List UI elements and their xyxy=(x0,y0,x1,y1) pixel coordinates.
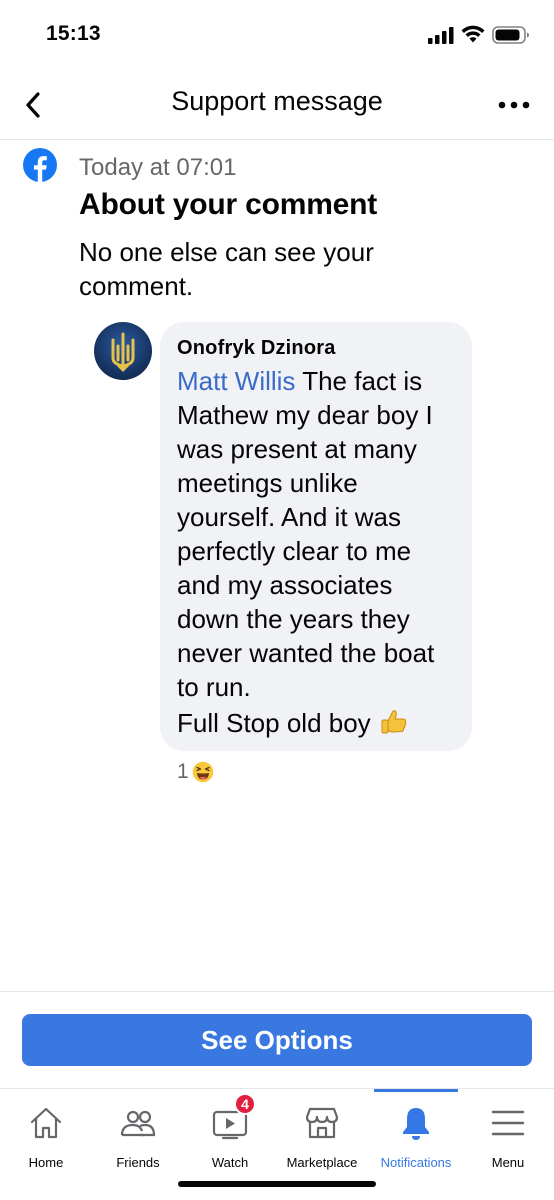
bell-icon xyxy=(396,1103,436,1143)
tab-menu[interactable]: Menu xyxy=(462,1089,554,1170)
tab-label: Friends xyxy=(116,1155,160,1170)
tab-label: Notifications xyxy=(380,1155,452,1170)
tab-label: Watch xyxy=(211,1155,249,1170)
avatar[interactable] xyxy=(94,322,152,380)
reaction-summary[interactable]: 1 xyxy=(177,760,215,784)
marketplace-icon xyxy=(302,1103,342,1143)
tab-label: Marketplace xyxy=(286,1155,358,1170)
header: Support message xyxy=(0,68,554,140)
more-dots-icon xyxy=(498,101,530,109)
trident-icon xyxy=(111,332,135,372)
tab-label: Menu xyxy=(491,1155,525,1170)
status-time: 15:13 xyxy=(46,22,101,45)
status-bar: 15:13 xyxy=(0,0,554,68)
comment-author[interactable]: Onofryk Dzinora xyxy=(177,336,456,360)
comment-closing-line: Full Stop old boy xyxy=(177,706,456,740)
thumbs-up-emoji-icon xyxy=(381,710,406,734)
comment-bubble: Onofryk Dzinora Matt Willis The fact is … xyxy=(160,322,472,751)
see-options-button[interactable]: See Options xyxy=(22,1014,532,1066)
friends-icon xyxy=(118,1103,158,1143)
watch-icon: 4 xyxy=(210,1093,256,1143)
tab-label: Home xyxy=(28,1155,64,1170)
page-title: Support message xyxy=(171,86,383,116)
divider xyxy=(0,991,554,992)
home-indicator[interactable] xyxy=(178,1181,376,1187)
haha-reaction-icon xyxy=(190,760,215,784)
comment-text: Matt Willis The fact is Mathew my dear b… xyxy=(177,364,456,704)
message-title: About your comment xyxy=(79,188,378,221)
comment-body: The fact is Mathew my dear boy I was pre… xyxy=(177,366,435,702)
facebook-logo-icon xyxy=(23,148,57,182)
cellular-signal-icon xyxy=(428,27,454,44)
message-body: No one else can see your comment. xyxy=(79,237,374,301)
tab-notifications[interactable]: Notifications xyxy=(370,1089,462,1170)
notification-badge: 4 xyxy=(234,1093,256,1115)
wifi-icon xyxy=(461,25,485,43)
home-icon xyxy=(26,1103,66,1143)
comment-mention[interactable]: Matt Willis xyxy=(177,366,295,396)
message-timestamp: Today at 07:01 xyxy=(79,154,237,181)
battery-icon xyxy=(492,26,529,44)
more-options-button[interactable] xyxy=(494,90,534,120)
comment-closing: Full Stop old boy xyxy=(177,708,371,738)
reaction-count: 1 xyxy=(177,760,189,783)
menu-icon xyxy=(488,1103,528,1143)
tab-marketplace[interactable]: Marketplace xyxy=(276,1089,368,1170)
tab-watch[interactable]: 4 Watch xyxy=(184,1089,276,1170)
tab-home[interactable]: Home xyxy=(0,1089,92,1170)
tab-friends[interactable]: Friends xyxy=(92,1089,184,1170)
